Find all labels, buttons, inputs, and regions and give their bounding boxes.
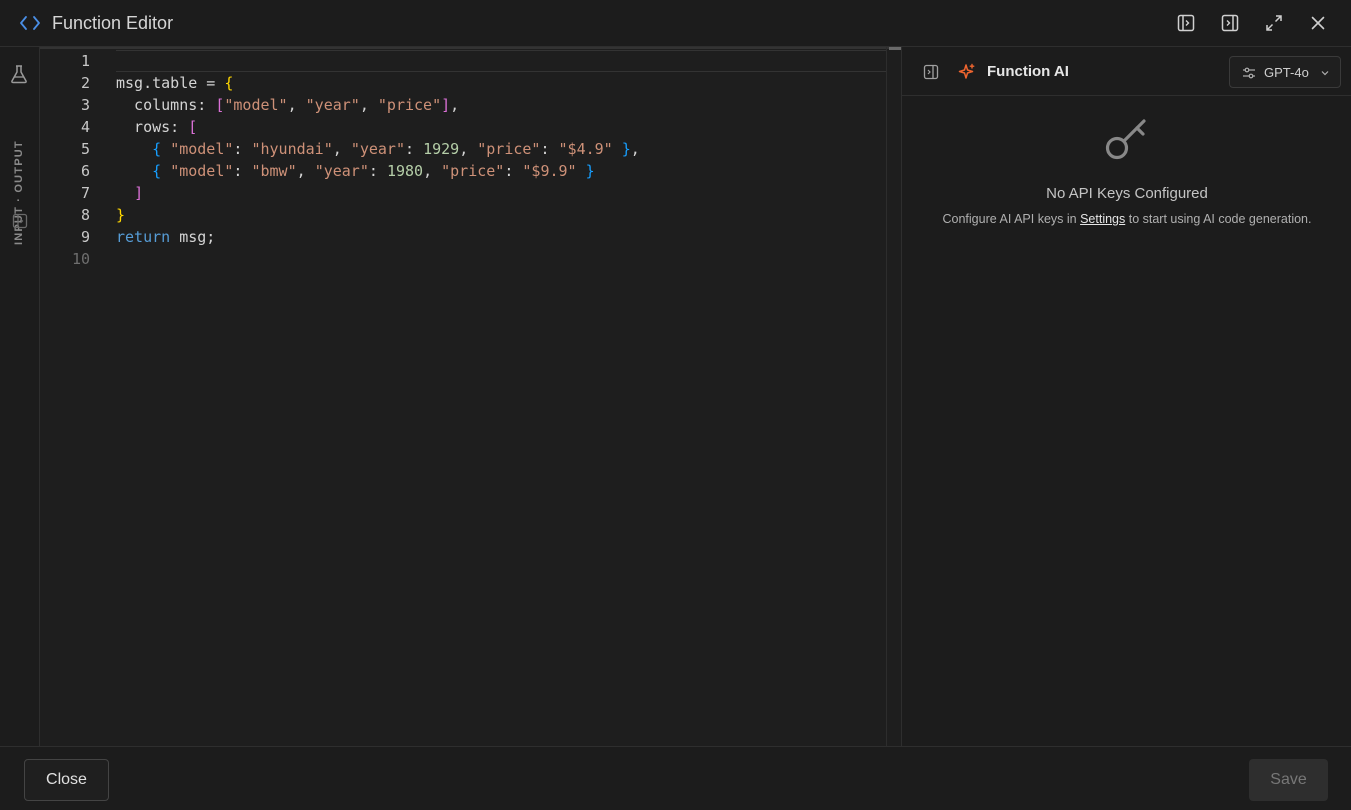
editor-scrollbar[interactable]: [886, 47, 901, 746]
chevron-down-icon: [1321, 71, 1329, 76]
close-dialog-button[interactable]: [1307, 12, 1329, 34]
code-line[interactable]: ]: [116, 182, 886, 204]
dialog-header: Function Editor: [0, 0, 1351, 47]
line-number: 7: [80, 184, 90, 202]
editor-top-border: [40, 47, 901, 49]
line-number: 2: [80, 74, 90, 92]
panel-right-icon: [1221, 14, 1239, 32]
model-selector[interactable]: GPT-4o: [1229, 56, 1341, 88]
sliders-icon: [1243, 67, 1255, 79]
code-line[interactable]: columns: ["model", "year", "price"],: [116, 94, 886, 116]
ai-panel-header: Function AI GPT-4o: [902, 47, 1351, 96]
ai-panel-title: Function AI: [987, 63, 1069, 80]
line-number-gutter: 1 2 3 4 5 6 7 8 9 10: [40, 50, 102, 270]
toggle-right-panel-button[interactable]: [1219, 12, 1241, 34]
code-line[interactable]: }: [116, 204, 886, 226]
model-name: GPT-4o: [1264, 65, 1309, 80]
line-number: 9: [80, 228, 90, 246]
save-button[interactable]: Save: [1249, 759, 1328, 801]
key-icon: [1105, 119, 1146, 160]
close-icon: [1311, 16, 1325, 30]
line-number: 3: [80, 96, 90, 114]
code-icon: [20, 16, 40, 30]
code-area[interactable]: msg.table = { columns: ["model", "year",…: [116, 50, 886, 270]
panel-toggle-icon[interactable]: [12, 213, 28, 229]
left-sidebar: INPUT · OUTPUT: [0, 47, 40, 746]
close-button[interactable]: Close: [24, 759, 109, 801]
fullscreen-button[interactable]: [1263, 12, 1285, 34]
line-number: 10: [71, 250, 90, 268]
line-number: 5: [80, 140, 90, 158]
code-line[interactable]: [116, 50, 886, 72]
function-ai-panel: Function AI GPT-4o No API Keys Configure…: [901, 47, 1351, 746]
line-number: 4: [80, 118, 90, 136]
dialog-footer: Close Save: [0, 746, 1351, 810]
settings-link[interactable]: Settings: [1080, 212, 1125, 226]
code-editor[interactable]: 1 2 3 4 5 6 7 8 9 10 msg.table = { colum…: [40, 47, 901, 746]
line-number: 1: [80, 52, 90, 70]
sparkle-icon: [958, 63, 975, 79]
expand-icon: [1266, 15, 1282, 31]
line-number: 6: [80, 162, 90, 180]
empty-state-title: No API Keys Configured: [1046, 185, 1208, 202]
flask-icon[interactable]: [10, 64, 28, 84]
empty-desc-suffix: to start using AI code generation.: [1125, 212, 1312, 226]
code-line[interactable]: { "model": "bmw", "year": 1980, "price":…: [116, 160, 886, 182]
toggle-left-panel-button[interactable]: [1175, 12, 1197, 34]
empty-desc-prefix: Configure AI API keys in: [942, 212, 1081, 226]
code-line[interactable]: return msg;: [116, 226, 886, 248]
line-number: 8: [80, 206, 90, 224]
code-line[interactable]: { "model": "hyundai", "year": 1929, "pri…: [116, 138, 886, 160]
collapse-panel-icon[interactable]: [923, 64, 939, 80]
input-output-label: INPUT · OUTPUT: [13, 140, 25, 245]
empty-state-description: Configure AI API keys in Settings to sta…: [902, 212, 1351, 227]
code-line[interactable]: [116, 248, 886, 270]
dialog-title: Function Editor: [52, 13, 174, 33]
scrollbar-thumb[interactable]: [889, 47, 901, 50]
panel-left-icon: [1177, 14, 1195, 32]
code-line[interactable]: msg.table = {: [116, 72, 886, 94]
code-line[interactable]: rows: [: [116, 116, 886, 138]
